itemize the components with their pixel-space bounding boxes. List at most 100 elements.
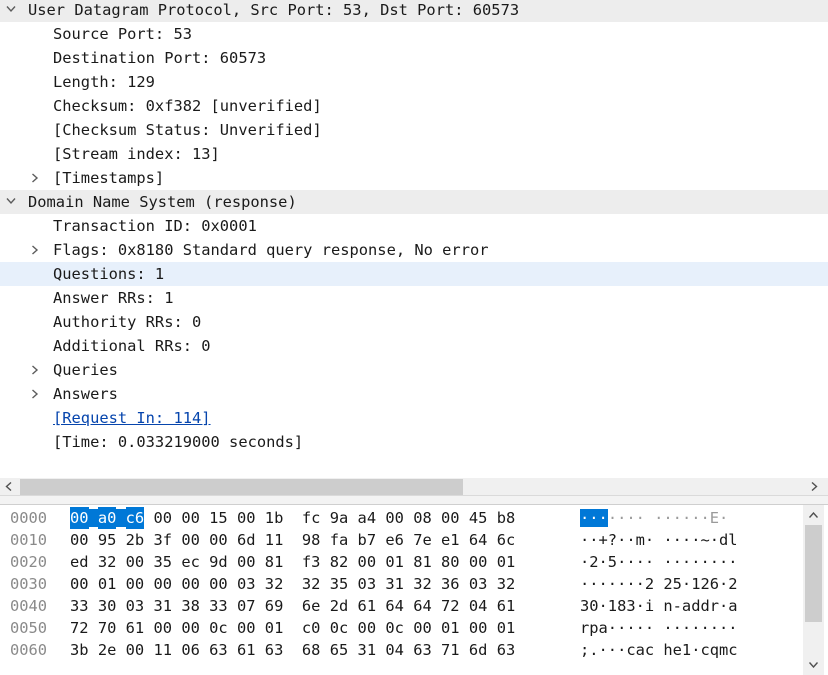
ascii-bytes[interactable]: ··+?··m· ····~·dl	[580, 529, 738, 551]
hex-byte[interactable]: 0c	[330, 617, 349, 639]
tree-item[interactable]: Additional RRs: 0	[0, 334, 828, 358]
hex-byte[interactable]: 71	[441, 639, 460, 661]
hex-bytes[interactable]: 00 a0 c6 00 00 15 00 1b fc 9a a4 00 08 0…	[70, 507, 515, 529]
hex-byte[interactable]: 00	[237, 551, 256, 573]
hex-byte[interactable]: 08	[413, 507, 432, 529]
hex-byte[interactable]: 00	[209, 529, 228, 551]
bytes-row[interactable]: 0040 33 30 03 31 38 33 07 69 6e 2d 61 64 …	[0, 595, 800, 617]
hex-byte[interactable]: 64	[385, 595, 404, 617]
hex-byte[interactable]: 03	[126, 595, 145, 617]
tree-item[interactable]: [Stream index: 13]	[0, 142, 828, 166]
hex-byte[interactable]: 00	[126, 639, 145, 661]
horizontal-scrollbar-thumb[interactable]	[20, 479, 463, 495]
request-in-link[interactable]: [Request In: 114]	[53, 406, 211, 430]
hex-byte[interactable]: 6e	[302, 595, 321, 617]
tree-item[interactable]: Answer RRs: 1	[0, 286, 828, 310]
hex-byte[interactable]: 00	[441, 507, 460, 529]
hex-byte[interactable]: 82	[330, 551, 349, 573]
hex-byte[interactable]: 03	[237, 573, 256, 595]
hex-byte[interactable]: 95	[98, 529, 117, 551]
hex-byte[interactable]: 00	[209, 573, 228, 595]
scroll-up-arrow-icon[interactable]	[803, 507, 824, 523]
hex-byte[interactable]: f3	[302, 551, 321, 573]
hex-byte[interactable]: c6	[125, 507, 145, 529]
hex-byte[interactable]: 00	[181, 507, 200, 529]
pane-splitter[interactable]	[0, 495, 828, 504]
hex-byte[interactable]: 61	[358, 595, 377, 617]
hex-byte[interactable]: 01	[497, 617, 516, 639]
hex-byte[interactable]: 61	[497, 595, 516, 617]
hex-byte[interactable]: 00	[181, 529, 200, 551]
hex-byte[interactable]: 0c	[209, 617, 228, 639]
tree-item[interactable]: Destination Port: 60573	[0, 46, 828, 70]
bytes-row[interactable]: 0020 ed 32 00 35 ec 9d 00 81 f3 82 00 01 …	[0, 551, 800, 573]
chevron-right-icon[interactable]	[30, 166, 44, 190]
hex-byte[interactable]: 63	[265, 639, 284, 661]
horizontal-scrollbar[interactable]	[0, 478, 828, 495]
hex-bytes[interactable]: 72 70 61 00 00 0c 00 01 c0 0c 00 0c 00 0…	[70, 617, 515, 639]
hex-byte[interactable]: 11	[153, 639, 172, 661]
hex-byte[interactable]: 6d	[469, 639, 488, 661]
hex-byte[interactable]: ed	[70, 551, 89, 573]
vertical-scrollbar-thumb[interactable]	[805, 525, 822, 622]
hex-byte[interactable]: 33	[70, 595, 89, 617]
hex-byte[interactable]: 00	[413, 617, 432, 639]
hex-byte[interactable]: a0	[97, 507, 117, 529]
hex-byte[interactable]: 04	[469, 595, 488, 617]
hex-byte[interactable]: 01	[497, 551, 516, 573]
hex-byte[interactable]: a4	[358, 507, 377, 529]
hex-byte[interactable]: 00	[237, 617, 256, 639]
hex-byte[interactable]: 64	[469, 529, 488, 551]
hex-byte[interactable]: 0c	[385, 617, 404, 639]
bytes-row[interactable]: 00 00 00 a0 c6 00 00 15 00 1b fc 9a a4 00 …	[0, 507, 800, 529]
packet-details-tree[interactable]: User Datagram Protocol, Src Port: 53, Ds…	[0, 0, 828, 478]
hex-byte[interactable]: 00	[153, 573, 172, 595]
hex-byte[interactable]: 35	[330, 573, 349, 595]
hex-byte[interactable]: 2e	[98, 639, 117, 661]
hex-byte[interactable]: 3b	[70, 639, 89, 661]
hex-byte[interactable]: 1b	[265, 507, 284, 529]
chevron-right-icon[interactable]	[30, 358, 44, 382]
hex-byte[interactable]: 00	[153, 507, 172, 529]
hex-byte[interactable]: 00	[358, 551, 377, 573]
hex-byte[interactable]: 72	[441, 595, 460, 617]
hex-byte[interactable]: 2b	[126, 529, 145, 551]
tree-section-header[interactable]: User Datagram Protocol, Src Port: 53, Ds…	[0, 0, 828, 22]
tree-item[interactable]: [Checksum Status: Unverified]	[0, 118, 828, 142]
hex-byte[interactable]: e1	[441, 529, 460, 551]
hex-byte[interactable]: fa	[330, 529, 349, 551]
hex-byte[interactable]: 72	[70, 617, 89, 639]
hex-byte[interactable]: 07	[237, 595, 256, 617]
scroll-down-arrow-icon[interactable]	[803, 657, 824, 673]
hex-byte[interactable]: 00	[70, 573, 89, 595]
hex-bytes[interactable]: 00 95 2b 3f 00 00 6d 11 98 fa b7 e6 7e e…	[70, 529, 515, 551]
bytes-row[interactable]: 0060 3b 2e 00 11 06 63 61 63 68 65 31 04 …	[0, 639, 800, 661]
hex-byte[interactable]: 81	[413, 551, 432, 573]
hex-byte[interactable]: 61	[126, 617, 145, 639]
bytes-row[interactable]: 0030 00 01 00 00 00 00 03 32 32 35 03 31 …	[0, 573, 800, 595]
ascii-bytes[interactable]: rpa····· ········	[580, 617, 738, 639]
hex-byte[interactable]: 9a	[330, 507, 349, 529]
packet-bytes-pane[interactable]: 0000 00 a0 c6 00 00 15 00 1b fc 9a a4 00 …	[0, 504, 828, 675]
hex-byte[interactable]: 00	[237, 507, 256, 529]
hex-byte[interactable]: 63	[413, 639, 432, 661]
scroll-right-arrow-icon[interactable]	[806, 478, 823, 495]
hex-byte[interactable]: 35	[153, 551, 172, 573]
hex-byte[interactable]: 63	[497, 639, 516, 661]
tree-item[interactable]: Checksum: 0xf382 [unverified]	[0, 94, 828, 118]
hex-byte[interactable]: 64	[413, 595, 432, 617]
hex-byte[interactable]: 81	[265, 551, 284, 573]
hex-byte[interactable]: 36	[441, 573, 460, 595]
hex-bytes[interactable]: ed 32 00 35 ec 9d 00 81 f3 82 00 01 81 8…	[70, 551, 515, 573]
tree-item[interactable]: Transaction ID: 0x0001	[0, 214, 828, 238]
hex-byte[interactable]: 65	[330, 639, 349, 661]
hex-byte[interactable]: 00	[469, 551, 488, 573]
hex-bytes[interactable]: 00 01 00 00 00 00 03 32 32 35 03 31 32 3…	[70, 573, 515, 595]
hex-byte[interactable]: 7e	[413, 529, 432, 551]
hex-byte[interactable]: 01	[98, 573, 117, 595]
hex-byte[interactable]: 70	[98, 617, 117, 639]
hex-byte[interactable]: fc	[302, 507, 321, 529]
hex-byte[interactable]: b7	[358, 529, 377, 551]
hex-byte[interactable]: 00	[153, 617, 172, 639]
hex-byte[interactable]: 31	[153, 595, 172, 617]
